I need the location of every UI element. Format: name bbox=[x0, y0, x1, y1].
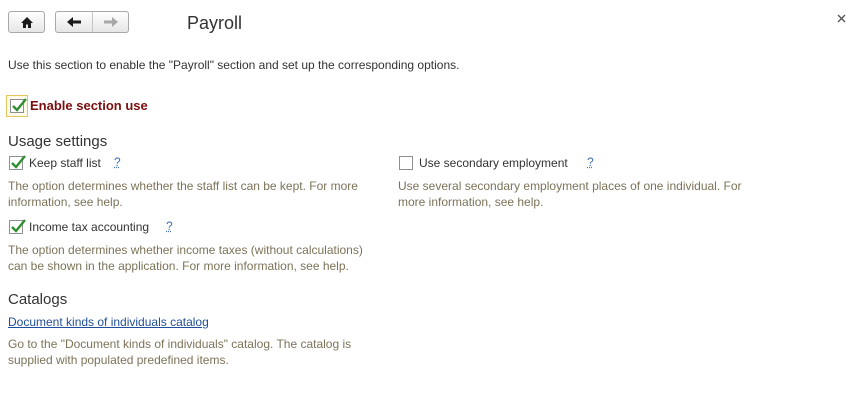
arrow-right-icon bbox=[104, 17, 118, 27]
page-title: Payroll bbox=[187, 13, 243, 33]
income-tax-accounting-hint-line1: The option determines whether income tax… bbox=[8, 243, 363, 257]
history-navigation bbox=[55, 11, 129, 33]
secondary-employment-label: Use secondary employment bbox=[419, 156, 568, 170]
secondary-employment-checkbox[interactable] bbox=[399, 156, 413, 170]
keep-staff-list-help-link[interactable]: ? bbox=[114, 155, 121, 169]
catalogs-hint-line1: Go to the "Document kinds of individuals… bbox=[8, 337, 352, 351]
income-tax-accounting-label: Income tax accounting bbox=[29, 220, 150, 234]
close-icon bbox=[837, 14, 845, 22]
forward-button[interactable] bbox=[93, 12, 129, 32]
catalogs-hint-line2: supplied with populated predefined items… bbox=[8, 353, 229, 367]
enable-section-label: Enable section use bbox=[30, 98, 148, 113]
secondary-employment-hint-line2: more information, see help. bbox=[398, 195, 544, 209]
income-tax-accounting-hint-line2: can be shown in the application. For mor… bbox=[8, 259, 349, 273]
secondary-employment-help-link[interactable]: ? bbox=[587, 155, 594, 169]
section-description: Use this section to enable the "Payroll"… bbox=[8, 58, 460, 72]
keep-staff-list-label: Keep staff list bbox=[29, 156, 101, 170]
checkmark-icon bbox=[11, 219, 26, 233]
arrow-left-icon bbox=[67, 17, 81, 27]
income-tax-accounting-help-link[interactable]: ? bbox=[166, 219, 173, 233]
home-button[interactable] bbox=[8, 11, 45, 33]
enable-section-checkbox[interactable] bbox=[6, 95, 28, 117]
keep-staff-list-hint-line1: The option determines whether the staff … bbox=[8, 179, 358, 193]
keep-staff-list-hint-line2: information, see help. bbox=[8, 195, 123, 209]
enable-section-checkbox-box[interactable] bbox=[10, 98, 27, 113]
keep-staff-list-checkbox[interactable] bbox=[9, 155, 26, 170]
catalogs-title: Catalogs bbox=[8, 291, 68, 308]
back-button[interactable] bbox=[56, 12, 93, 32]
usage-settings-title: Usage settings bbox=[8, 133, 108, 150]
close-button[interactable] bbox=[834, 11, 848, 25]
income-tax-accounting-checkbox[interactable] bbox=[9, 219, 26, 234]
home-icon bbox=[20, 16, 33, 28]
checkmark-icon bbox=[11, 155, 26, 169]
checkmark-icon bbox=[12, 98, 27, 112]
secondary-employment-hint-line1: Use several secondary employment places … bbox=[398, 179, 742, 193]
document-kinds-catalog-link[interactable]: Document kinds of individuals catalog bbox=[8, 315, 209, 329]
